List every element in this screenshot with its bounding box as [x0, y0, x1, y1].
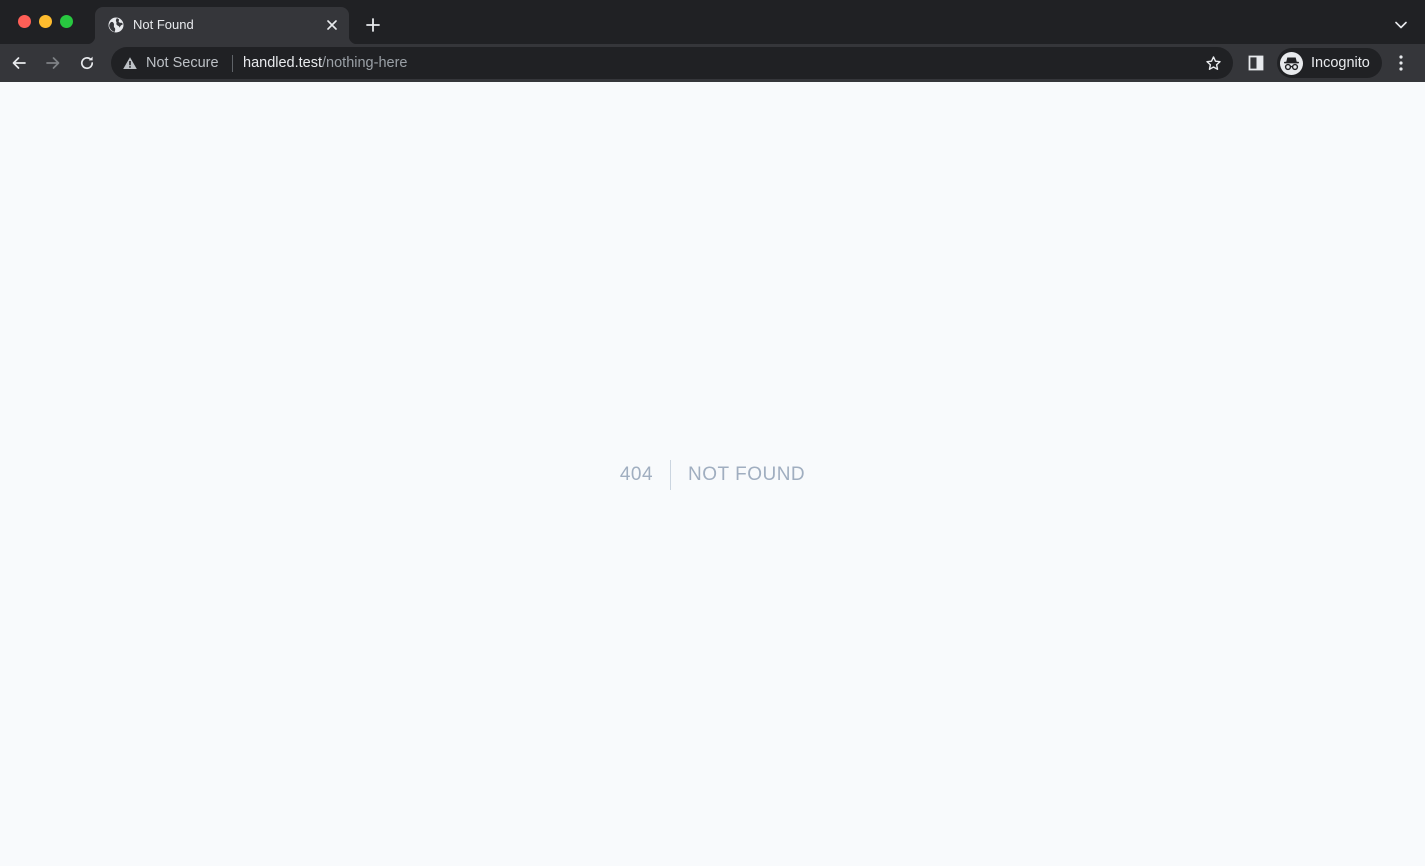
- window-close-button[interactable]: [18, 15, 31, 28]
- forward-arrow-icon[interactable]: [41, 51, 65, 75]
- back-arrow-icon[interactable]: [7, 51, 31, 75]
- chevron-down-icon[interactable]: [1392, 16, 1410, 34]
- url-path: /nothing-here: [322, 55, 408, 71]
- incognito-icon: [1280, 52, 1303, 75]
- error-code: 404: [620, 460, 672, 490]
- warning-icon[interactable]: [122, 56, 138, 70]
- error-message: NOT FOUND: [688, 464, 806, 485]
- security-label[interactable]: Not Secure: [146, 55, 219, 72]
- page-content: 404 NOT FOUND: [0, 82, 1425, 866]
- address-bar-divider: [232, 55, 233, 72]
- window-minimize-button[interactable]: [39, 15, 52, 28]
- globe-icon: [108, 17, 124, 33]
- tab-close-icon[interactable]: [323, 16, 341, 34]
- new-tab-icon[interactable]: [363, 15, 383, 35]
- address-bar[interactable]: Not Secure handled.test/nothing-here: [111, 47, 1233, 79]
- tab-title: Not Found: [133, 17, 194, 32]
- incognito-label: Incognito: [1311, 55, 1370, 71]
- bookmark-star-icon[interactable]: [1204, 54, 1222, 72]
- side-panel-icon[interactable]: [1247, 54, 1265, 72]
- more-menu-icon[interactable]: [1392, 53, 1410, 73]
- incognito-profile-button[interactable]: Incognito: [1277, 48, 1382, 78]
- window-maximize-button[interactable]: [60, 15, 73, 28]
- reload-icon[interactable]: [75, 51, 99, 75]
- tab-strip: Not Found: [0, 0, 1425, 44]
- tab-active[interactable]: Not Found: [87, 7, 357, 44]
- url-text[interactable]: handled.test/nothing-here: [243, 55, 407, 72]
- toolbar: Not Secure handled.test/nothing-here Inc…: [0, 44, 1425, 82]
- url-host: handled.test: [243, 55, 323, 71]
- error-container: 404 NOT FOUND: [0, 460, 1425, 490]
